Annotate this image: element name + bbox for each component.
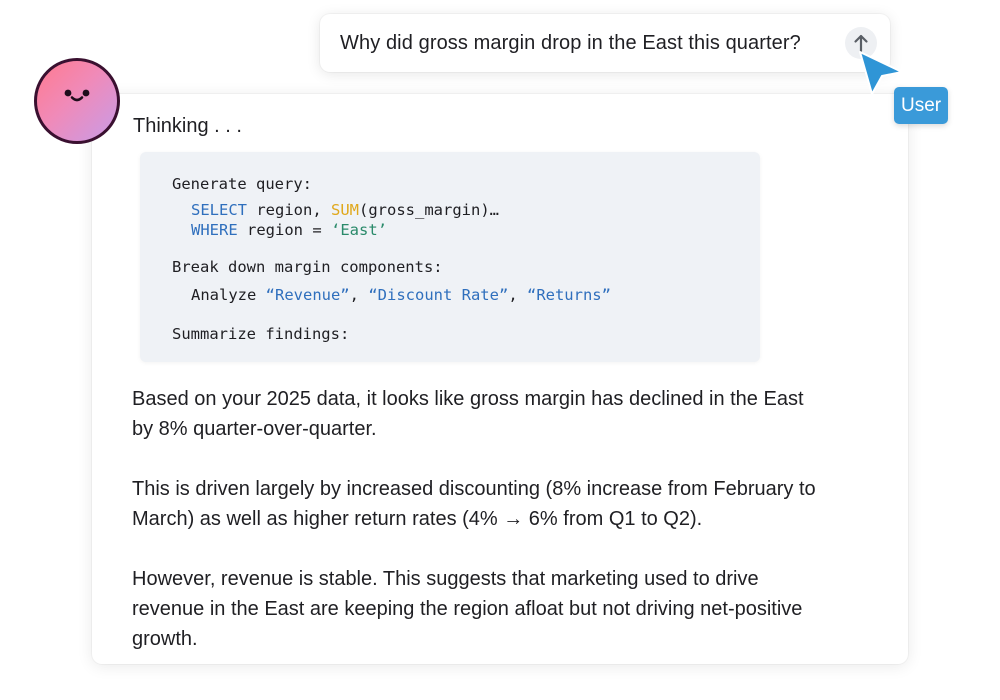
reasoning-code-block: Generate query: SELECT region, SUM(gross… (140, 152, 760, 362)
sql-text: region = (237, 221, 331, 239)
analyze-line: Analyze “Revenue”, “Discount Rate”, “Ret… (191, 286, 611, 304)
separator: , (349, 286, 369, 304)
sql-text: region, (247, 201, 331, 219)
component-discount-rate: “Discount Rate” (368, 286, 509, 304)
cursor-user-label: User (894, 87, 949, 124)
response-paragraph-2: This is driven largely by increased disc… (132, 478, 816, 530)
sql-keyword: WHERE (191, 221, 238, 239)
chat-window: Why did gross margin drop in the East th… (0, 0, 1000, 700)
component-returns: “Returns” (526, 286, 611, 304)
smiley-face-icon (64, 89, 90, 102)
separator: , (508, 286, 527, 304)
sql-select-line: SELECT region, SUM(gross_margin)… (191, 201, 499, 219)
sql-keyword: SELECT (191, 201, 247, 219)
thinking-label: Thinking . . . (133, 115, 242, 137)
user-message-bubble: Why did gross margin drop in the East th… (320, 14, 890, 72)
sql-function: SUM (331, 201, 359, 219)
user-message-text: Why did gross margin drop in the East th… (340, 31, 801, 54)
step-breakdown-title: Break down margin components: (172, 258, 443, 276)
response-paragraph-3: However, revenue is stable. This suggest… (132, 568, 803, 650)
sql-text: (gross_margin)… (359, 201, 499, 219)
analyze-text: Analyze (191, 286, 266, 304)
step-generate-query-title: Generate query: (172, 175, 312, 193)
component-revenue: “Revenue” (265, 286, 350, 304)
step-summarize-title: Summarize findings: (172, 325, 350, 343)
response-paragraph-1: Based on your 2025 data, it looks like g… (132, 388, 804, 440)
assistant-avatar (34, 58, 120, 144)
sql-string: ‘East’ (331, 221, 387, 239)
sql-where-line: WHERE region = ‘East’ (191, 221, 387, 239)
